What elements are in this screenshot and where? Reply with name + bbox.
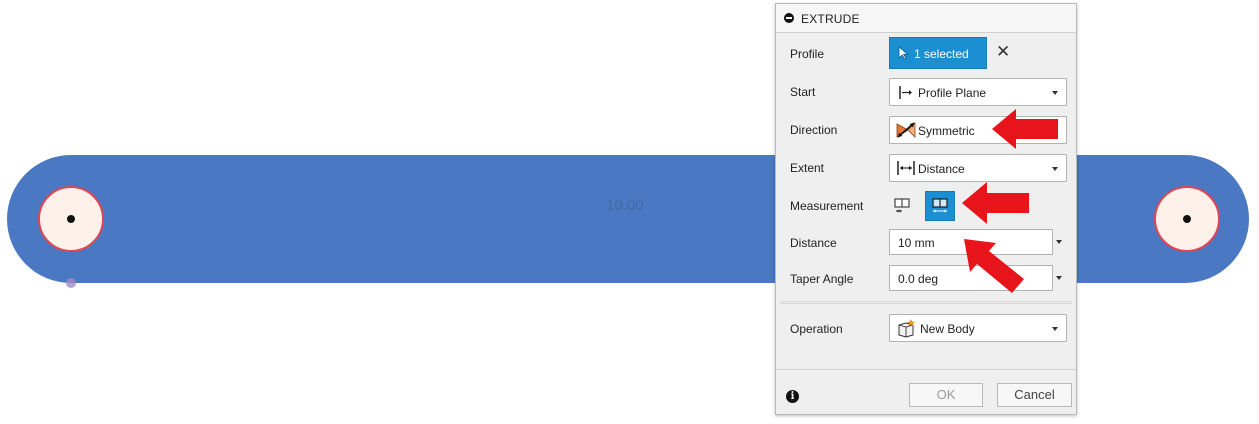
divider — [780, 303, 1072, 304]
extent-label: Extent — [790, 161, 825, 175]
start-dropdown[interactable]: Profile Plane — [889, 78, 1067, 106]
whole-length-button[interactable] — [925, 191, 955, 221]
collapse-icon[interactable] — [784, 13, 794, 23]
ok-button[interactable]: OK — [909, 383, 983, 407]
dropdown-caret-icon — [1052, 91, 1058, 95]
info-icon[interactable]: i — [786, 390, 799, 403]
dialog-title: EXTRUDE — [801, 12, 860, 26]
direction-value: Symmetric — [918, 124, 975, 138]
distance-icon — [897, 161, 915, 175]
profile-plane-icon — [899, 86, 912, 99]
cursor-arrow-icon — [898, 46, 909, 60]
distance-label: Distance — [790, 236, 837, 250]
operation-label: Operation — [790, 322, 843, 336]
clear-selection-icon[interactable]: ✕ — [996, 43, 1010, 60]
taper-angle-value: 0.0 deg — [898, 272, 939, 286]
taper-angle-label: Taper Angle — [790, 272, 854, 286]
dropdown-caret-icon — [1052, 167, 1058, 171]
extent-value: Distance — [918, 162, 965, 176]
profile-label: Profile — [790, 47, 825, 61]
profile-selection-text: 1 selected — [914, 47, 969, 61]
divider — [780, 301, 1072, 302]
origin-point — [66, 278, 76, 288]
dropdown-caret-icon — [1052, 327, 1058, 331]
right-hole[interactable] — [1154, 186, 1220, 252]
annotation-arrow-distance — [964, 239, 1024, 293]
direction-label: Direction — [790, 123, 838, 137]
half-length-button[interactable] — [887, 191, 917, 221]
half-length-icon — [894, 198, 910, 213]
start-value: Profile Plane — [918, 86, 987, 100]
operation-dropdown[interactable]: New Body — [889, 314, 1067, 342]
cancel-button[interactable]: Cancel — [997, 383, 1072, 407]
new-body-icon — [898, 319, 916, 338]
distance-value: 10 mm — [898, 236, 935, 250]
start-label: Start — [790, 85, 816, 99]
annotation-arrow-measurement — [962, 182, 1029, 224]
measurement-label: Measurement — [790, 199, 864, 213]
dialog-header[interactable]: EXTRUDE — [776, 4, 1076, 33]
extent-dropdown[interactable]: Distance — [889, 154, 1067, 182]
dimension-label[interactable]: 10.00 — [606, 197, 644, 214]
left-hole[interactable] — [38, 186, 104, 252]
profile-selection-button[interactable]: 1 selected — [889, 37, 987, 69]
footer-divider — [776, 369, 1076, 370]
symmetric-icon — [896, 122, 916, 138]
operation-value: New Body — [920, 322, 975, 336]
annotation-arrow-direction — [992, 109, 1058, 149]
taper-caret-icon[interactable] — [1056, 276, 1062, 280]
distance-caret-icon[interactable] — [1056, 240, 1062, 244]
whole-length-icon — [932, 198, 948, 213]
